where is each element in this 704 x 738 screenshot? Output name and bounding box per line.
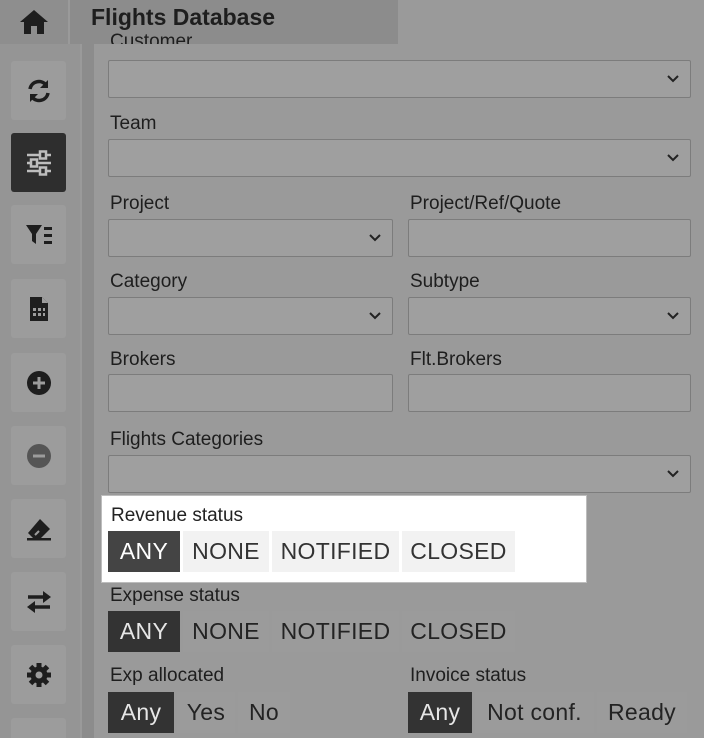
subtype-select[interactable] [408, 297, 691, 335]
revenue-any-option[interactable]: ANY [108, 531, 180, 572]
team-select[interactable] [108, 139, 691, 177]
subtype-label: Subtype [410, 271, 480, 292]
gear-icon [26, 662, 51, 687]
filter-list-button[interactable] [11, 205, 66, 264]
revenue-status-toggle: ANY NONE NOTIFIED CLOSED [108, 531, 518, 572]
page-title: Flights Database [91, 4, 276, 30]
eraser-button[interactable] [11, 499, 66, 558]
expense-none-option[interactable]: NONE [183, 611, 269, 652]
swap-button[interactable] [11, 572, 66, 631]
project-select[interactable] [108, 219, 393, 257]
scroll-mask [96, 44, 704, 58]
eraser-icon [26, 518, 51, 540]
flights-categories-select[interactable] [108, 455, 691, 493]
settings-button[interactable] [11, 645, 66, 704]
minus-circle-icon [26, 443, 51, 468]
refresh-button[interactable] [11, 61, 66, 120]
flights-categories-label: Flights Categories [110, 429, 264, 450]
sliders-icon [26, 149, 51, 176]
chevron-down-icon [667, 312, 679, 320]
sidebar [0, 44, 80, 738]
exp-allocated-yes-option[interactable]: Yes [177, 692, 235, 733]
invoice-any-option[interactable]: Any [408, 692, 472, 733]
expense-status-label: Expense status [110, 585, 240, 606]
project-ref-label: Project/Ref/Quote [410, 193, 562, 214]
filter-list-icon [25, 224, 52, 244]
expense-any-option[interactable]: ANY [108, 611, 180, 652]
revenue-notified-option[interactable]: NOTIFIED [272, 531, 399, 572]
home-icon [20, 10, 48, 34]
sidebar-divider [82, 44, 94, 738]
invoice-ready-option[interactable]: Ready [597, 692, 687, 733]
filters-button[interactable] [11, 133, 66, 192]
brokers-input[interactable] [108, 374, 393, 412]
chevron-down-icon [667, 154, 679, 162]
expense-notified-option[interactable]: NOTIFIED [272, 611, 399, 652]
category-select[interactable] [108, 297, 393, 335]
spreadsheet-icon [29, 296, 48, 321]
flt-brokers-input[interactable] [408, 374, 691, 412]
invoice-status-toggle: Any Not conf. Ready [408, 692, 690, 733]
chevron-down-icon [369, 312, 381, 320]
invoice-status-label: Invoice status [410, 665, 527, 686]
add-button[interactable] [11, 353, 66, 412]
project-label: Project [110, 193, 170, 214]
revenue-none-option[interactable]: NONE [183, 531, 269, 572]
flt-brokers-label: Flt.Brokers [410, 349, 502, 370]
chevron-down-icon [667, 75, 679, 83]
swap-icon [26, 590, 51, 613]
revenue-status-label: Revenue status [111, 505, 244, 526]
team-label: Team [110, 113, 157, 134]
category-label: Category [110, 271, 188, 292]
home-button[interactable] [0, 0, 68, 44]
exp-allocated-any-option[interactable]: Any [108, 692, 174, 733]
brokers-label: Brokers [110, 349, 176, 370]
revenue-closed-option[interactable]: CLOSED [402, 531, 515, 572]
more-button[interactable] [11, 718, 66, 738]
refresh-icon [27, 79, 50, 102]
plus-circle-icon [26, 370, 51, 395]
remove-button[interactable] [11, 426, 66, 485]
expense-status-toggle: ANY NONE NOTIFIED CLOSED [108, 611, 518, 652]
invoice-not-conf-option[interactable]: Not conf. [475, 692, 594, 733]
exp-allocated-label: Exp allocated [110, 665, 225, 686]
project-ref-input[interactable] [408, 219, 691, 257]
exp-allocated-toggle: Any Yes No [108, 692, 293, 733]
spreadsheet-button[interactable] [11, 279, 66, 338]
revenue-status-panel: Revenue status ANY NONE NOTIFIED CLOSED [101, 495, 587, 583]
chevron-down-icon [667, 470, 679, 478]
expense-closed-option[interactable]: CLOSED [402, 611, 515, 652]
chevron-down-icon [369, 234, 381, 242]
customer-select[interactable] [108, 60, 691, 98]
exp-allocated-no-option[interactable]: No [238, 692, 290, 733]
